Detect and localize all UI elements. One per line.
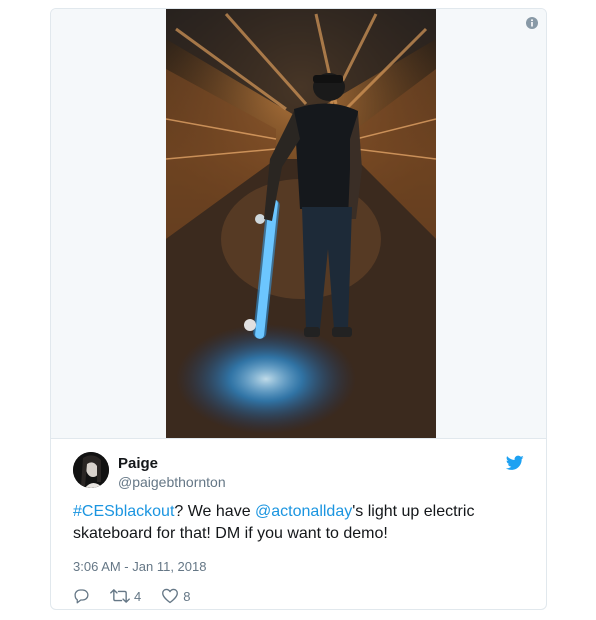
tweet-text: #CESblackout? We have @actonallday's lig…: [73, 501, 493, 545]
timestamp-link[interactable]: 3:06 AM - Jan 11, 2018: [73, 559, 206, 574]
screen-name[interactable]: @paigebthornton: [118, 474, 226, 490]
like-count: 8: [183, 588, 191, 604]
retweet-icon: [110, 589, 130, 603]
tweet-body: Paige @paigebthornton #CESblackout? We h…: [51, 439, 546, 609]
tweet-photo[interactable]: [166, 9, 436, 438]
like-button[interactable]: 8: [161, 588, 190, 604]
mention-link[interactable]: @actonallday: [255, 503, 352, 520]
display-name[interactable]: Paige: [118, 455, 158, 472]
info-icon[interactable]: [526, 17, 538, 29]
avatar[interactable]: [73, 452, 109, 488]
hashtag-link[interactable]: #CESblackout: [73, 503, 174, 520]
heart-icon: [162, 588, 179, 604]
tweet-actions: 4 8: [73, 587, 210, 605]
reply-button[interactable]: [73, 588, 90, 604]
reply-icon: [74, 589, 89, 604]
retweet-count: 4: [134, 588, 142, 604]
tweet-media: [51, 9, 546, 439]
retweet-button[interactable]: 4: [110, 588, 141, 604]
tweet-text-part: ? We have: [174, 503, 256, 520]
twitter-bird-icon[interactable]: [506, 455, 524, 471]
embedded-tweet-card: Paige @paigebthornton #CESblackout? We h…: [50, 8, 547, 610]
